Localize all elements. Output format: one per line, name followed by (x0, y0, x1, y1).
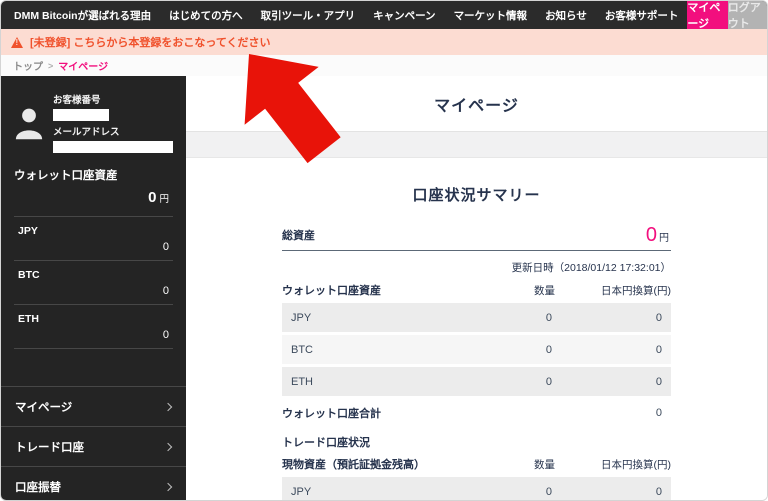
sidebar-asset-btc: BTC 0 (14, 261, 173, 305)
breadcrumb-separator: > (48, 60, 54, 71)
top-navigation: DMM Bitcoinが選ばれる理由 はじめての方へ 取引ツール・アプリ キャン… (1, 1, 767, 30)
row-label: JPY (291, 485, 312, 498)
breadcrumb-current: マイページ (58, 62, 109, 73)
breadcrumb: トップ > マイページ (1, 55, 767, 76)
row-jpy: 0 (655, 485, 662, 498)
column-jpy-equivalent: 日本円換算(円) (601, 284, 671, 297)
row-jpy: 0 (655, 343, 662, 356)
column-jpy-equivalent: 日本円換算(円) (601, 458, 671, 471)
asset-value: 0 (162, 241, 169, 253)
nav-item-market-info[interactable]: マーケット情報 (445, 8, 537, 23)
row-label: BTC (291, 343, 313, 356)
breadcrumb-home[interactable]: トップ (13, 58, 43, 73)
row-label: JPY (291, 311, 312, 324)
total-assets-unit: 円 (659, 233, 669, 244)
column-quantity: 数量 (534, 458, 555, 471)
sidebar-asset-jpy: JPY 0 (14, 217, 173, 261)
chevron-right-icon (163, 442, 173, 451)
user-avatar-icon (14, 105, 44, 153)
row-quantity: 0 (545, 311, 552, 324)
trade-table-header: 現物資産（預託証拠金残高） 数量 日本円換算(円) (282, 456, 671, 472)
table-row: JPY 0 0 (282, 303, 671, 332)
nav-item-campaign[interactable]: キャンペーン (364, 8, 444, 23)
column-quantity: 数量 (534, 284, 555, 297)
email-label: メールアドレス (53, 127, 120, 138)
registration-alert-link[interactable]: [未登録] こちらから本登録をおこなってください (30, 34, 271, 50)
total-assets-label: 総資産 (282, 230, 315, 242)
chevron-right-icon (163, 402, 173, 411)
wallet-assets-value: 0 (148, 189, 157, 206)
row-jpy: 0 (655, 311, 662, 324)
registration-alert-bar: [未登録] こちらから本登録をおこなってください (1, 29, 767, 55)
row-jpy: 0 (655, 375, 662, 388)
customer-number-redacted (53, 109, 109, 121)
trade-table-title: 現物資産（預託証拠金残高） (282, 459, 425, 471)
wallet-total-value: 0 (655, 407, 662, 419)
warning-icon (11, 36, 23, 48)
sidebar-item-trade-account[interactable]: トレード口座 (1, 427, 186, 467)
account-summary-panel: 口座状況サマリー 総資産 0円 更新日時（2018/01/12 17:32:01… (186, 158, 767, 500)
asset-label: BTC (18, 269, 40, 281)
summary-title: 口座状況サマリー (412, 187, 541, 204)
nav-item-support[interactable]: お客様サポート (596, 8, 688, 23)
trade-section-title: トレード口座状況 (282, 437, 370, 449)
sidebar-item-account-transfer[interactable]: 口座振替 (1, 467, 186, 500)
row-quantity: 0 (545, 343, 552, 356)
chevron-right-icon (163, 482, 173, 491)
asset-value: 0 (162, 329, 169, 341)
dmm-bitcoin-mypage: DMM Bitcoinが選ばれる理由 はじめての方へ 取引ツール・アプリ キャン… (0, 0, 768, 501)
wallet-assets-label: ウォレット口座資産 (14, 170, 118, 182)
wallet-total-label: ウォレット口座合計 (282, 408, 381, 420)
sidebar-asset-eth: ETH 0 (14, 305, 173, 349)
asset-label: JPY (18, 225, 38, 237)
wallet-assets-unit: 円 (159, 194, 169, 205)
row-quantity: 0 (545, 375, 552, 388)
wallet-assets-total: 0円 (14, 183, 173, 217)
updated-timestamp: 更新日時（2018/01/12 17:32:01） (511, 262, 671, 274)
total-assets-row: 総資産 0円 (282, 224, 671, 251)
nav-links: DMM Bitcoinが選ばれる理由 はじめての方へ 取引ツール・アプリ キャン… (1, 1, 687, 29)
user-info-block: お客様番号 メールアドレス (1, 76, 186, 153)
menu-item-label: トレード口座 (15, 441, 84, 454)
nav-item-beginners[interactable]: はじめての方へ (160, 8, 252, 23)
table-row: BTC 0 0 (282, 335, 671, 364)
email-redacted (53, 141, 173, 153)
wallet-table-title: ウォレット口座資産 (282, 285, 381, 297)
nav-item-tools-apps[interactable]: 取引ツール・アプリ (252, 8, 365, 23)
wallet-total-row: ウォレット口座合計 0 (282, 405, 671, 421)
sidebar-item-mypage[interactable]: マイページ (1, 387, 186, 427)
mypage-button[interactable]: マイページ (687, 1, 728, 30)
table-row: ETH 0 0 (282, 367, 671, 396)
sidebar: お客様番号 メールアドレス ウォレット口座資産 0円 JPY 0 BTC 0 E… (1, 76, 186, 500)
row-label: ETH (291, 375, 313, 388)
asset-label: ETH (18, 313, 39, 325)
main-content: マイページ 口座状況サマリー 総資産 0円 更新日時（2018/01/12 17… (186, 76, 767, 500)
table-row: JPY 0 0 (282, 477, 671, 500)
nav-item-why-dmm[interactable]: DMM Bitcoinが選ばれる理由 (5, 8, 160, 23)
row-quantity: 0 (545, 485, 552, 498)
menu-item-label: マイページ (15, 401, 73, 414)
menu-item-label: 口座振替 (15, 481, 61, 494)
customer-number-label: お客様番号 (53, 95, 101, 106)
asset-value: 0 (162, 285, 169, 297)
sidebar-wallet-summary: ウォレット口座資産 0円 JPY 0 BTC 0 ETH 0 (14, 167, 173, 349)
page-title: マイページ (434, 97, 519, 115)
sidebar-menu: マイページ トレード口座 口座振替 入金・入庫 (1, 386, 186, 500)
page-header: マイページ (186, 76, 767, 132)
logout-button[interactable]: ログアウト (727, 1, 767, 30)
nav-item-news[interactable]: お知らせ (536, 8, 596, 23)
total-assets-number: 0 (645, 224, 657, 246)
header-divider-strip (186, 132, 767, 158)
wallet-table-header: ウォレット口座資産 数量 日本円換算(円) (282, 282, 671, 298)
total-assets-value: 0円 (646, 224, 669, 247)
